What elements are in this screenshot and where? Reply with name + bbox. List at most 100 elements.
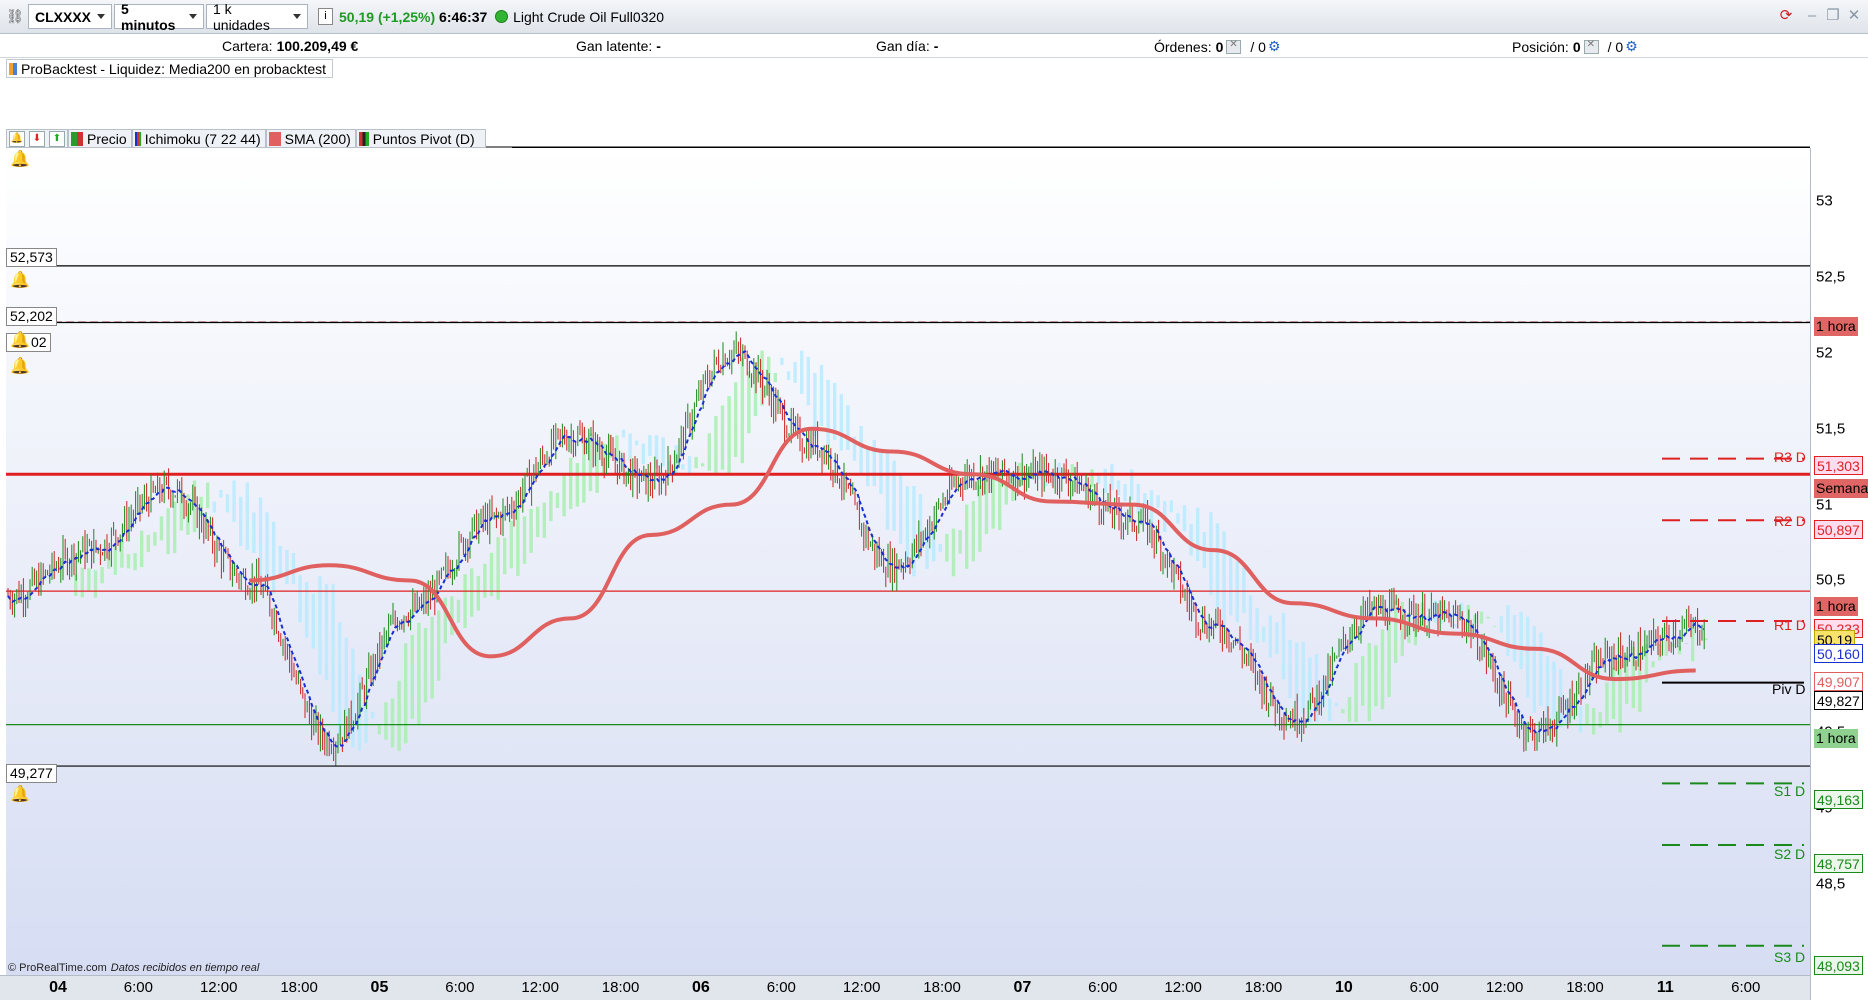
y-tick-label: 50,5 [1816, 571, 1846, 589]
kumo-cloud [1499, 615, 1503, 633]
y-tick-label: 52 [1816, 344, 1833, 362]
kumo-cloud [1248, 595, 1253, 640]
kumo-cloud [1684, 643, 1688, 645]
x-tick-label: 18:00 [601, 979, 640, 996]
kumo-cloud [1301, 641, 1305, 714]
alert-bell-legend[interactable]: 🔔 ⬇ ⬆ [6, 129, 68, 148]
kumo-cloud [133, 553, 137, 571]
legend-sma[interactable]: SMA (200) [265, 129, 356, 148]
pivot-label-s2: S2 D [1774, 846, 1806, 862]
legend-precio[interactable]: Precio [68, 129, 132, 148]
axis-label-s1: 49,163 [1814, 790, 1863, 809]
kumo-cloud [1341, 709, 1345, 714]
axis-label-sma: 49,907 [1814, 672, 1863, 691]
kumo-cloud [536, 506, 540, 538]
kumo-cloud [423, 627, 428, 703]
x-tick-label: 12:00 [521, 979, 559, 996]
kumo-cloud [971, 501, 975, 562]
kumo-cloud [291, 552, 296, 584]
kumo-cloud [1103, 468, 1107, 494]
kumo-cloud [1044, 481, 1048, 487]
footer-status: Datos recibidos en tiempo real [110, 962, 260, 974]
kumo-cloud [258, 497, 263, 576]
level-box-52202[interactable]: 52,202 [6, 307, 57, 326]
kumo-cloud [628, 433, 632, 462]
kumo-cloud [1215, 523, 1220, 609]
kumo-cloud [569, 457, 573, 509]
kumo-cloud [1123, 484, 1127, 502]
kumo-cloud [417, 622, 421, 726]
footer-brand: © ProRealTime.com [8, 962, 107, 974]
kumo-cloud [1374, 645, 1378, 707]
kumo-cloud [430, 616, 434, 699]
kumo-cloud [1539, 632, 1543, 707]
bell-icon[interactable]: 🔔 [10, 272, 30, 290]
kumo-cloud [298, 575, 302, 623]
legend-ichimoku[interactable]: Ichimoku (7 22 44) [131, 129, 266, 148]
bell-icon[interactable]: 🔔 [10, 151, 30, 169]
kumo-cloud [1506, 605, 1510, 657]
kumo-cloud [859, 425, 863, 476]
kumo-cloud [1209, 512, 1213, 596]
x-axis[interactable]: 04 6:00 12:00 18:00 05 6:00 12:00 18:00 06 6:00 12… [0, 975, 1810, 1000]
kumo-cloud [1156, 495, 1160, 508]
kumo-cloud [1605, 682, 1609, 725]
kumo-cloud [1618, 660, 1622, 733]
kumo-cloud [1486, 616, 1490, 619]
kumo-cloud [265, 512, 269, 583]
kumo-cloud [410, 635, 414, 719]
kumo-cloud [727, 396, 731, 476]
kumo-cloud [1578, 706, 1583, 733]
kumo-cloud [1242, 567, 1246, 613]
kumo-cloud [225, 494, 230, 513]
axis-label-hora-mid: 1 hora [1814, 597, 1858, 616]
legend-pivot[interactable]: Puntos Pivot (D) [355, 129, 486, 148]
pivot-label-piv: Piv D [1772, 681, 1806, 697]
bell-icon[interactable]: 🔔 [10, 786, 30, 804]
price-chart[interactable] [0, 0, 1868, 1000]
kumo-cloud [206, 482, 210, 509]
kumo-cloud [687, 455, 692, 476]
kumo-cloud [562, 474, 566, 517]
kumo-cloud [126, 554, 131, 569]
kumo-cloud [529, 508, 533, 553]
kumo-cloud [978, 485, 982, 552]
kumo-cloud [866, 447, 870, 487]
arrow-up-icon: ⬆ [49, 130, 65, 147]
kumo-cloud [489, 552, 494, 597]
kumo-cloud [404, 643, 408, 744]
kumo-cloud [503, 537, 507, 575]
y-tick-label: 51,5 [1816, 420, 1846, 438]
kumo-cloud [1222, 531, 1226, 627]
kumo-cloud [1262, 626, 1266, 642]
x-tick-label: 6:00 [123, 979, 153, 996]
bell-icon[interactable]: 🔔 [10, 358, 30, 376]
kumo-cloud [470, 568, 474, 617]
kumo-cloud [740, 357, 744, 464]
kumo-cloud [311, 593, 315, 649]
kumo-cloud [714, 415, 718, 475]
kumo-cloud [364, 680, 368, 744]
kumo-cloud [384, 702, 388, 740]
legend-divider [512, 147, 1810, 148]
level-box-49277[interactable]: 49,277 [6, 764, 57, 783]
kumo-cloud [80, 567, 84, 598]
x-tick-label: 12:00 [1485, 979, 1524, 996]
bell-icon[interactable]: 🔔 [10, 332, 30, 350]
sma-swatch [268, 131, 281, 146]
kumo-cloud [800, 350, 804, 394]
kumo-cloud [1493, 626, 1497, 628]
kumo-cloud [945, 533, 949, 562]
kumo-cloud [905, 486, 909, 562]
kumo-cloud [338, 622, 342, 735]
kumo-cloud [173, 501, 177, 554]
kumo-cloud [1367, 643, 1371, 722]
kumo-cloud [661, 437, 665, 467]
x-tick-label: 18:00 [1566, 979, 1604, 996]
kumo-cloud [1328, 698, 1332, 722]
kumo-cloud [239, 496, 243, 546]
kumo-cloud [1651, 661, 1655, 668]
level-box-52573[interactable]: 52,573 [6, 248, 57, 267]
kumo-cloud [1308, 657, 1312, 723]
kumo-cloud [786, 371, 791, 380]
